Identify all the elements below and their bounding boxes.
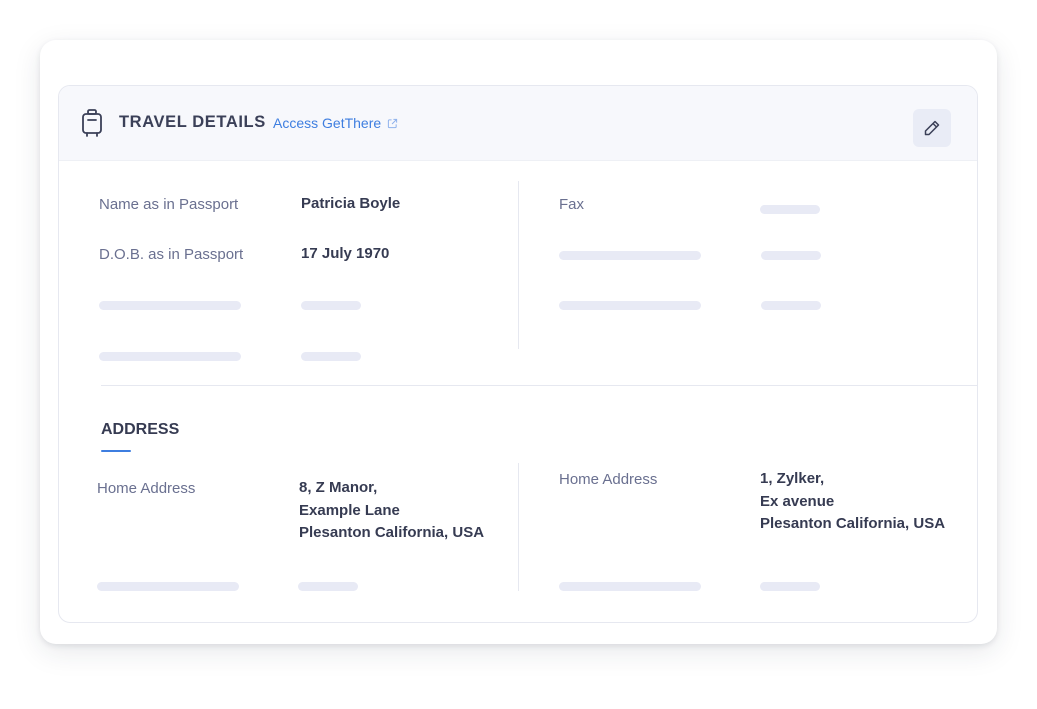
card-header: TRAVEL DETAILS Access GetThere [59,86,977,161]
name-as-in-passport-label: Name as in Passport [99,196,239,213]
skeleton-placeholder [761,251,821,260]
home-address-line2: Ex avenue [760,492,835,510]
column-divider [518,181,519,349]
dob-as-in-passport-label: D.O.B. as in Passport [99,246,244,263]
card-title: TRAVEL DETAILS [119,113,266,131]
home-address-line1: 8, Z Manor, [299,479,378,496]
luggage-icon [82,109,102,137]
home-address-line2: Example Lane [299,501,400,519]
access-getthere-link[interactable]: Access GetThere [273,115,398,131]
skeleton-placeholder [97,582,239,591]
access-getthere-label: Access GetThere [273,115,382,131]
home-address-line1: 1, Zylker, [760,470,825,487]
external-link-icon [388,118,398,128]
skeleton-placeholder [559,582,701,591]
home-address-line3: Plesanton California, USA [299,524,485,541]
home-address-label: Home Address [559,471,658,488]
skeleton-placeholder [99,301,241,310]
skeleton-placeholder [99,352,241,361]
skeleton-placeholder [761,301,821,310]
skeleton-placeholder [760,205,820,214]
dob-as-in-passport-value: 17 July 1970 [301,245,390,262]
travel-details-card: TRAVEL DETAILS Access GetThere Name as i… [58,85,978,623]
section-title-underline [101,450,131,452]
skeleton-placeholder [298,582,358,591]
edit-button[interactable] [913,109,951,147]
pencil-icon [924,120,940,136]
address-section-title: ADDRESS [101,421,180,438]
skeleton-placeholder [301,301,361,310]
name-as-in-passport-value: Patricia Boyle [301,195,401,212]
section-divider [101,385,977,386]
skeleton-placeholder [559,251,701,260]
column-divider [518,463,519,591]
skeleton-placeholder [559,301,701,310]
home-address-label: Home Address [97,480,196,497]
home-address-line3: Plesanton California, USA [760,515,946,532]
fax-label: Fax [559,196,585,213]
skeleton-placeholder [301,352,361,361]
skeleton-placeholder [760,582,820,591]
